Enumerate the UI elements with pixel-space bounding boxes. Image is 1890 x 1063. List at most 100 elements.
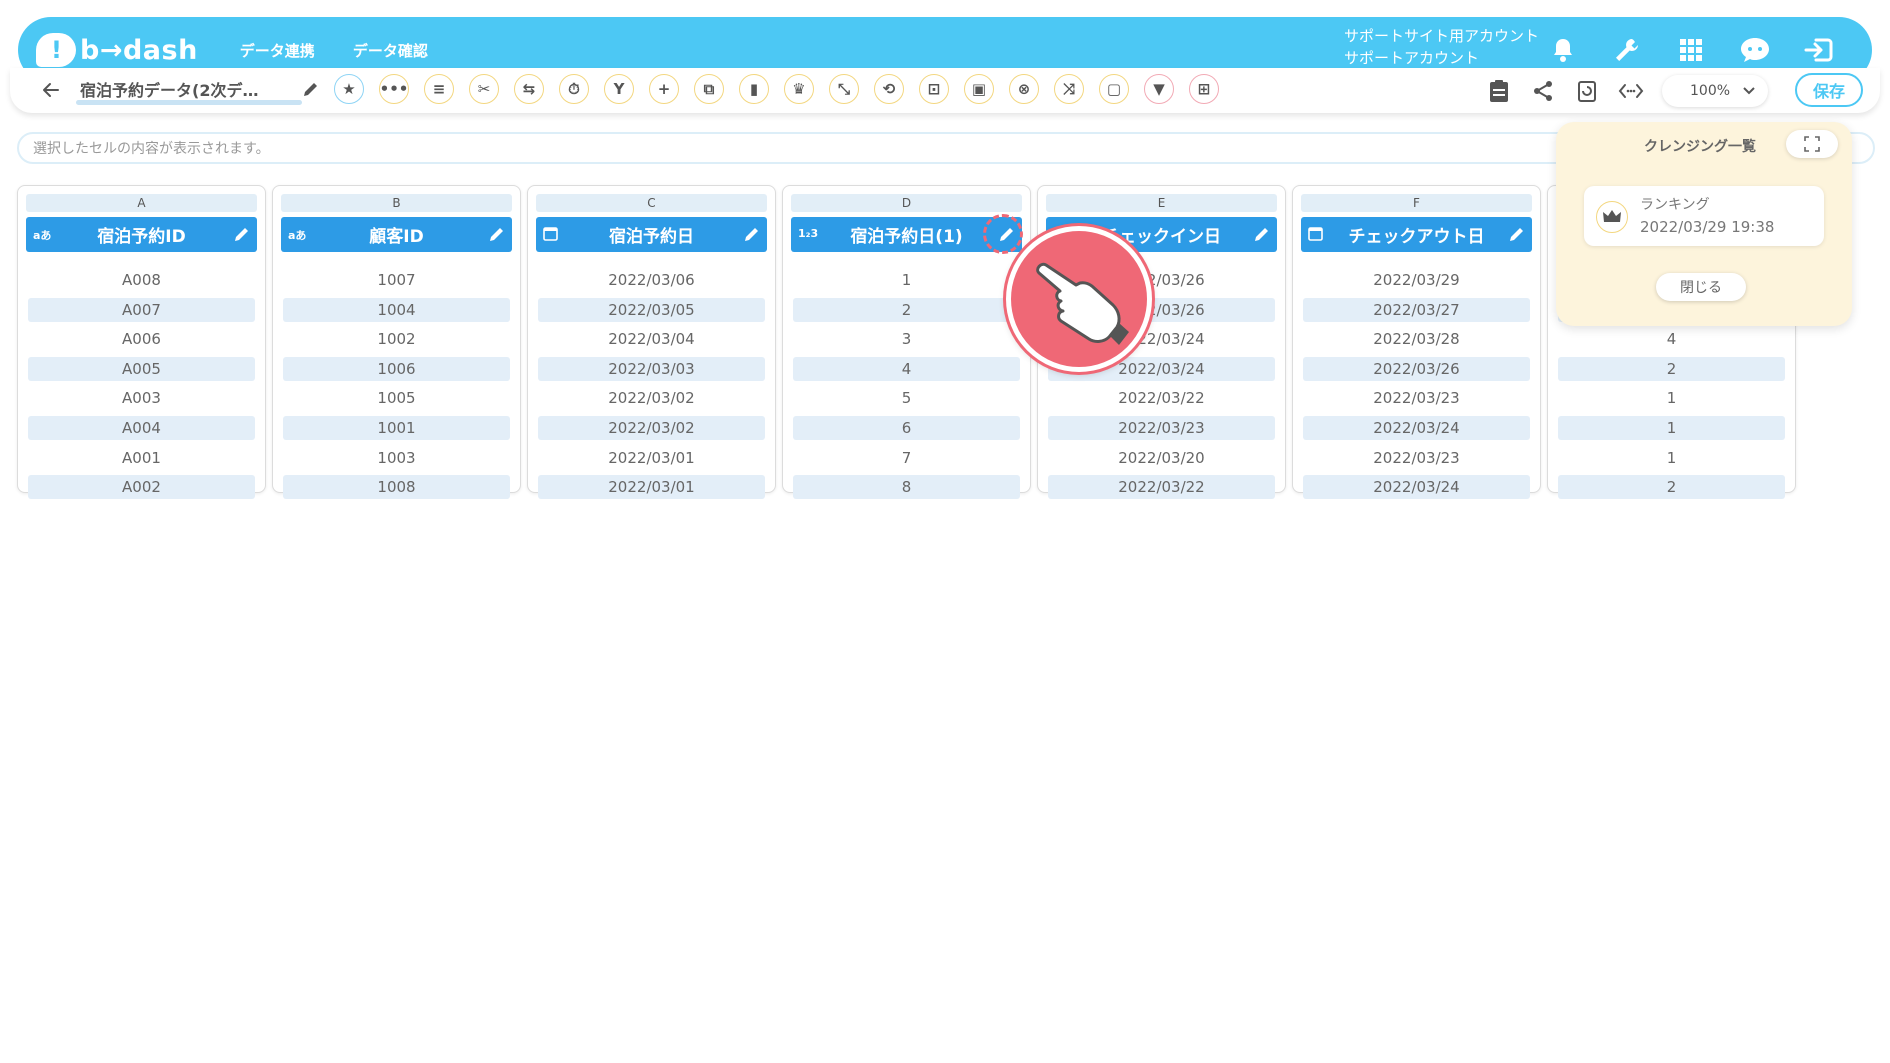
scissors-icon[interactable]: ✂ xyxy=(469,74,499,104)
table-cell[interactable]: 5 xyxy=(793,386,1020,410)
table-cell[interactable]: 1005 xyxy=(283,386,510,410)
nav-data-check[interactable]: データ確認 xyxy=(353,40,428,61)
pencil-icon[interactable] xyxy=(742,225,761,244)
share-icon[interactable] xyxy=(1529,77,1557,105)
box-icon[interactable]: ▣ xyxy=(964,74,994,104)
table-cell[interactable]: 2022/03/22 xyxy=(1048,475,1275,500)
table-cell[interactable]: 2022/03/24 xyxy=(1303,416,1530,440)
table-cell[interactable]: A008 xyxy=(28,268,255,292)
list-icon[interactable]: ≡ xyxy=(424,74,454,104)
square-icon[interactable]: ▢ xyxy=(1099,74,1129,104)
table-cell[interactable]: A002 xyxy=(28,475,255,500)
table-cell[interactable]: 2 xyxy=(793,297,1020,322)
pencil-icon[interactable] xyxy=(487,225,506,244)
table-cell[interactable]: 2022/03/27 xyxy=(1303,297,1530,322)
table-cell[interactable]: 3 xyxy=(793,327,1020,351)
clipboard-icon[interactable] xyxy=(1485,77,1513,105)
table-cell[interactable]: A006 xyxy=(28,327,255,351)
table-cell[interactable]: 2 xyxy=(1558,475,1785,500)
table-cell[interactable]: A001 xyxy=(28,446,255,470)
table-cell[interactable]: 2022/03/26 xyxy=(1303,356,1530,381)
table-cell[interactable]: A004 xyxy=(28,416,255,440)
column-letter[interactable]: F xyxy=(1301,194,1532,212)
table-cell[interactable]: 2022/03/06 xyxy=(538,268,765,292)
title-edit-pencil-icon[interactable] xyxy=(302,80,320,98)
table-cell[interactable]: 2022/03/23 xyxy=(1048,416,1275,440)
grid-icon[interactable] xyxy=(1674,33,1708,67)
table-cell[interactable]: A003 xyxy=(28,386,255,410)
table-cell[interactable]: 2022/03/22 xyxy=(1048,386,1275,410)
table-cell[interactable]: 2022/03/01 xyxy=(538,475,765,500)
logout-icon[interactable] xyxy=(1802,33,1836,67)
wrench-icon[interactable] xyxy=(1610,33,1644,67)
table-cell[interactable]: 2022/03/05 xyxy=(538,297,765,322)
table-cell[interactable]: 1004 xyxy=(283,297,510,322)
pencil-icon[interactable] xyxy=(1507,225,1526,244)
column-letter[interactable]: D xyxy=(791,194,1022,212)
pencil-icon[interactable] xyxy=(232,225,251,244)
table-cell[interactable]: 1 xyxy=(1558,386,1785,410)
column-letter[interactable]: A xyxy=(26,194,257,212)
table-cell[interactable]: 2022/03/02 xyxy=(538,416,765,440)
column-header[interactable]: aあ 顧客ID xyxy=(281,217,512,252)
table-cell[interactable]: 1 xyxy=(1558,416,1785,440)
merge-icon[interactable]: ⇆ xyxy=(514,74,544,104)
table-cell[interactable]: 7 xyxy=(793,446,1020,470)
table-cell[interactable]: 1008 xyxy=(283,475,510,500)
column-letter[interactable]: C xyxy=(536,194,767,212)
column-header[interactable]: 宿泊予約日 xyxy=(536,217,767,252)
branch-icon[interactable]: Y xyxy=(604,74,634,104)
grid-table-icon[interactable]: ⊞ xyxy=(1189,74,1219,104)
table-cell[interactable]: 2022/03/23 xyxy=(1303,446,1530,470)
column-header[interactable]: チェックアウト日 xyxy=(1301,217,1532,252)
trash-icon[interactable]: ▮ xyxy=(739,74,769,104)
timer-icon[interactable]: ⏱ xyxy=(559,74,589,104)
bell-icon[interactable] xyxy=(1546,33,1580,67)
logo[interactable]: b→dash xyxy=(36,33,198,67)
filter-icon[interactable]: ▼ xyxy=(1144,74,1174,104)
compress-icon[interactable]: ⤡ xyxy=(829,74,859,104)
shuffle-icon[interactable]: ⤨ xyxy=(1054,74,1084,104)
column-letter[interactable]: E xyxy=(1046,194,1277,212)
nav-data-link[interactable]: データ連携 xyxy=(240,40,315,61)
lock-icon[interactable]: ⊡ xyxy=(919,74,949,104)
cancel-icon[interactable]: ⊗ xyxy=(1009,74,1039,104)
table-cell[interactable]: 2022/03/01 xyxy=(538,446,765,470)
table-cell[interactable]: 2022/03/24 xyxy=(1303,475,1530,500)
crown-icon[interactable]: ♛ xyxy=(784,74,814,104)
table-cell[interactable]: 2022/03/20 xyxy=(1048,446,1275,470)
table-cell[interactable]: 1002 xyxy=(283,327,510,351)
cleansing-item[interactable]: ランキング 2022/03/29 19:38 xyxy=(1584,186,1824,246)
table-cell[interactable]: 2022/03/03 xyxy=(538,356,765,381)
table-cell[interactable]: 2022/03/29 xyxy=(1303,268,1530,292)
save-button[interactable]: 保存 xyxy=(1795,73,1863,107)
code-icon[interactable] xyxy=(1617,77,1645,105)
table-cell[interactable]: 4 xyxy=(1558,327,1785,351)
zoom-select[interactable]: 100% xyxy=(1662,75,1768,107)
table-cell[interactable]: 2022/03/28 xyxy=(1303,327,1530,351)
table-cell[interactable]: 1006 xyxy=(283,356,510,381)
pencil-icon[interactable] xyxy=(1252,225,1271,244)
table-cell[interactable]: 6 xyxy=(793,416,1020,440)
column-letter[interactable]: B xyxy=(281,194,512,212)
table-cell[interactable]: A007 xyxy=(28,297,255,322)
table-cell[interactable]: 4 xyxy=(793,356,1020,381)
history-icon[interactable] xyxy=(1573,77,1601,105)
table-cell[interactable]: 8 xyxy=(793,475,1020,500)
table-cell[interactable]: A005 xyxy=(28,356,255,381)
expand-icon[interactable] xyxy=(1786,130,1838,158)
copy-icon[interactable]: ⧉ xyxy=(694,74,724,104)
back-arrow-icon[interactable] xyxy=(40,79,62,101)
close-button[interactable]: 閉じる xyxy=(1656,273,1746,301)
table-cell[interactable]: 1 xyxy=(1558,446,1785,470)
document-title[interactable]: 宿泊予約データ(2次デ… xyxy=(80,77,290,101)
table-cell[interactable]: 1001 xyxy=(283,416,510,440)
account-info[interactable]: サポートサイト用アカウント サポートアカウント xyxy=(1344,25,1539,69)
chat-icon[interactable] xyxy=(1738,33,1772,67)
column-header[interactable]: aあ 宿泊予約ID xyxy=(26,217,257,252)
swap-icon[interactable]: ⟲ xyxy=(874,74,904,104)
table-cell[interactable]: 2022/03/02 xyxy=(538,386,765,410)
table-cell[interactable]: 1 xyxy=(793,268,1020,292)
table-cell[interactable]: 2022/03/23 xyxy=(1303,386,1530,410)
table-cell[interactable]: 2022/03/04 xyxy=(538,327,765,351)
